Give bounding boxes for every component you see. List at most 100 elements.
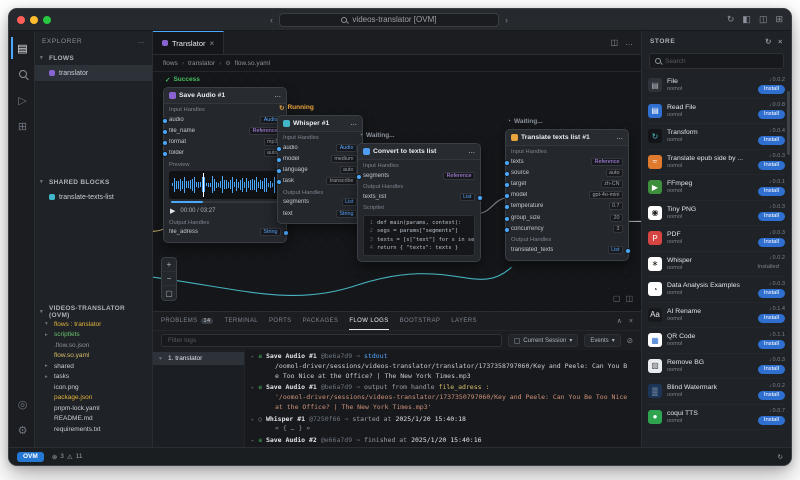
session-select[interactable]: Current Session ▾ [508,334,579,347]
log-entry[interactable]: ▸ ○ Whisper #1 @7250f66 ⇒ started at 202… [251,415,635,435]
layout-panel-icon[interactable]: ◫ [759,14,768,25]
install-button[interactable]: Install [757,135,785,145]
breadcrumb-translator[interactable]: translator [188,60,215,67]
store-item[interactable]: ▤ File oomol ↓ 0.0.2 Install [648,73,785,99]
tree-item[interactable]: ▸ scriptlets [35,330,152,341]
panel-tab[interactable]: PROBLEMS 14 [161,312,214,330]
more-actions-icon[interactable]: … [625,38,633,47]
store-item[interactable]: ▦ QR Code oomol ↓ 0.1.1 Install [648,328,785,354]
clear-logs-icon[interactable]: ⊘ [627,336,633,345]
node-menu-icon[interactable]: … [616,134,623,141]
close-panel-icon[interactable]: × [629,318,633,325]
log-entry[interactable]: ▸ ≡ Save Audio #1 @be6a7d9 ⇒ stdout /oom… [251,352,635,381]
log-list[interactable]: ▸ ≡ Save Audio #1 @be6a7d9 ⇒ stdout /oom… [245,350,641,447]
seek-bar[interactable] [171,200,279,203]
events-select[interactable]: Events ▾ [584,334,621,347]
input-handle-row[interactable]: target zh-CN [503,178,628,189]
history-forward-icon[interactable]: › [505,15,508,25]
input-handle-row[interactable]: concurrency 3 [503,223,628,234]
node-translate-texts-list-1[interactable]: ◔ Waiting... Translate texts list #1 … I… [503,116,631,261]
panel-tab[interactable]: PACKAGES [303,312,339,330]
install-button[interactable]: Install [757,161,785,171]
tree-item[interactable]: pnpm-lock.yaml [35,403,152,414]
breadcrumb-file[interactable]: flow.so.yaml [235,60,270,67]
split-editor-icon[interactable]: ◫ [610,38,618,47]
input-handle-row[interactable]: audio Audio [161,114,286,125]
section-project[interactable]: ▾ VIDEOS-TRANSLATOR (OVM) [35,305,152,319]
activity-settings[interactable]: ⚙ [11,419,33,441]
store-item[interactable]: ● coqui TTS oomol ↓ 0.0.7 Install [648,405,785,430]
node-header[interactable]: Whisper #1 … [278,116,362,132]
sync-status[interactable]: ↻ [778,453,783,461]
panel-tab[interactable]: BOOTSTRAP [400,312,441,330]
waveform[interactable] [169,170,281,199]
activity-store[interactable]: ⊞ [11,115,33,137]
expand-icon[interactable]: ▸ [251,416,254,424]
node-menu-icon[interactable]: … [350,120,357,127]
store-item[interactable]: ▤ Read File oomol ↓ 0.0.8 Install [648,99,785,124]
input-handle-row[interactable]: texts Reference [503,156,628,167]
install-button[interactable]: Install [757,84,785,94]
install-button[interactable]: Install [757,390,785,400]
store-item[interactable]: ▒ Blind Watermark oomol ↓ 0.0.2 Install [648,379,785,405]
refresh-icon[interactable]: ↻ [765,37,772,46]
tree-item[interactable]: flow.so.yaml [35,351,152,362]
minimap-toggle-icon[interactable]: ▢ [613,294,621,303]
tree-item[interactable]: icon.png [35,382,152,393]
panel-tab[interactable]: LAYERS [451,312,477,330]
input-handle-row[interactable]: language auto [275,164,362,175]
activity-run[interactable]: ▷ [11,89,33,111]
flow-canvas[interactable]: ✓ Success Save Audio #1 … Input Handles [153,72,641,311]
close-tab-icon[interactable]: × [209,39,214,48]
flow-item-translator[interactable]: translator [35,65,152,81]
install-button[interactable]: Install [757,212,785,222]
zoom-fit-button[interactable]: ▢ [162,286,176,300]
store-item[interactable]: ◔ Data Analysis Examples oomol ↓ 0.0.3 I… [648,277,785,303]
tab-translator[interactable]: Translator × [153,31,225,54]
node-convert-to-texts-list[interactable]: ◔ Waiting... Convert to texts list … Inp… [355,130,483,262]
tree-item[interactable]: ▸ shared [35,361,152,372]
input-handle-row[interactable]: source auto [503,167,628,178]
activity-explorer[interactable]: ▤ [10,37,33,59]
install-button[interactable]: Install [757,416,785,426]
log-entry[interactable]: ▸ ≡ Save Audio #1 @be6a7d9 ⇒ output from… [251,383,635,412]
update-icon[interactable]: ↻ [727,14,735,25]
input-handle-row[interactable]: segments Reference [355,170,480,181]
tree-item[interactable]: ▾ flows : translator [35,319,152,330]
store-item[interactable]: ◉ Tiny PNG oomol ↓ 0.0.3 Install [648,201,785,226]
install-button[interactable]: Install [757,339,785,349]
store-list[interactable]: ▤ File oomol ↓ 0.0.2 Install ▤ Read File… [642,73,791,447]
output-handle-row[interactable]: translated_texts List [506,244,631,255]
node-header[interactable]: Convert to texts list … [358,144,480,160]
node-menu-icon[interactable]: … [274,92,281,99]
activity-account[interactable]: ◎ [11,393,33,415]
zoom-in-button[interactable]: + [162,258,176,272]
input-handle-row[interactable]: audio Audio [275,142,362,153]
store-item[interactable]: Aa AI Rename oomol ↓ 0.1.4 Install [648,303,785,328]
input-handle-row[interactable]: task transcribe [275,176,362,187]
expand-icon[interactable]: ▸ [251,437,254,445]
store-item[interactable]: P PDF oomol ↓ 0.0.3 Install [648,226,785,252]
close-store-icon[interactable]: × [778,37,783,46]
section-flows[interactable]: ▾ FLOWS [35,51,152,65]
scriptlet-code[interactable]: 1 def main(params, context): 2 segs = pa… [363,215,475,256]
more-actions-icon[interactable]: … [138,38,145,45]
install-button[interactable]: Install [757,110,785,120]
layout-sidebar-icon[interactable]: ◧ [742,14,751,25]
store-item[interactable]: ↻ Transform oomol ↓ 0.0.4 Install [648,124,785,150]
store-item[interactable]: ≈ Translate epub side by ... oomol ↓ 0.0… [648,150,785,175]
tree-item[interactable]: README.md [35,414,152,425]
input-handle-row[interactable]: format mp3 [161,136,286,147]
node-save-audio-1[interactable]: ✓ Success Save Audio #1 … Input Handles [161,74,289,243]
input-handle-row[interactable]: group_size 20 [503,212,628,223]
close-window-button[interactable] [17,15,25,24]
output-handle-row[interactable]: file_adress String [164,227,289,238]
panel-tab[interactable]: PORTS [269,312,292,330]
shared-block-item[interactable]: translate-texts-list [35,189,152,205]
expand-icon[interactable]: ▸ [251,384,254,392]
install-button[interactable]: Installed [751,263,785,272]
expand-icon[interactable]: ▸ [251,353,254,361]
problems-status[interactable]: ⊗ 3 ⚠ 11 [52,453,83,461]
filter-logs-input[interactable] [161,334,503,347]
store-search-input[interactable] [665,57,778,65]
